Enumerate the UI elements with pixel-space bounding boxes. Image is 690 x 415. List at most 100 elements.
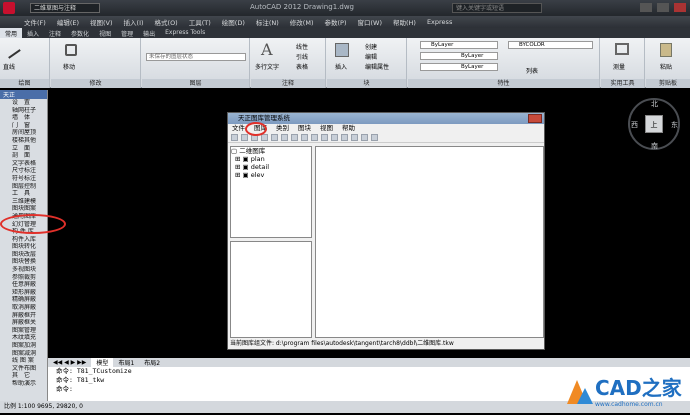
- palette-item[interactable]: 三维建模: [0, 198, 47, 206]
- palette-item[interactable]: 文件布图: [0, 365, 47, 373]
- palette-item[interactable]: 图块替换: [0, 258, 47, 266]
- palette-item[interactable]: 房间屋顶: [0, 129, 47, 137]
- palette-item[interactable]: 取消屏蔽: [0, 304, 47, 312]
- palette-item[interactable]: 线 图 案: [0, 357, 47, 365]
- tree-item-detail[interactable]: ⊞ ▣ detail: [231, 163, 311, 171]
- tab-view[interactable]: 视图: [94, 28, 116, 38]
- edit-block-label[interactable]: 编辑: [365, 52, 377, 61]
- minimize-button[interactable]: [640, 3, 652, 12]
- up-icon[interactable]: [331, 134, 338, 141]
- plotstyle-dropdown[interactable]: BYCOLOR: [508, 41, 593, 49]
- palette-item[interactable]: 图案加洞: [0, 342, 47, 350]
- copy-icon[interactable]: [291, 134, 298, 141]
- annotation-panel-label[interactable]: 注释: [251, 79, 325, 88]
- palette-header[interactable]: 天正: [0, 90, 47, 99]
- search-input[interactable]: 键入关键字或短语: [452, 3, 542, 13]
- dialog-menu-view[interactable]: 视图: [320, 124, 333, 133]
- workspace-dropdown[interactable]: 二维草图与注释: [30, 3, 100, 13]
- down-icon[interactable]: [341, 134, 348, 141]
- list-label[interactable]: 列表: [526, 66, 538, 75]
- palette-item[interactable]: 图块图案: [0, 205, 47, 213]
- block-preview[interactable]: [315, 146, 544, 338]
- palette-item[interactable]: 图块改层: [0, 251, 47, 259]
- viewcube[interactable]: 上 北 南 西 东: [628, 98, 680, 150]
- edit-attr-label[interactable]: 编辑属性: [365, 62, 389, 71]
- lineweight-dropdown[interactable]: ByLayer: [420, 63, 498, 71]
- layers-panel-label[interactable]: 图层: [142, 79, 249, 88]
- maximize-button[interactable]: [657, 3, 669, 12]
- palette-item[interactable]: 木纹填充: [0, 334, 47, 342]
- library-tree[interactable]: ▢ 二维图库 ⊞ ▣ plan ⊞ ▣ detail ⊞ ▣ elev: [230, 146, 312, 238]
- menu-draw[interactable]: 绘图(D): [222, 17, 245, 27]
- palette-item[interactable]: 其 它: [0, 372, 47, 380]
- block-list[interactable]: [230, 241, 312, 338]
- cut-icon[interactable]: [281, 134, 288, 141]
- menu-file[interactable]: 文件(F): [24, 17, 46, 27]
- tab-manage[interactable]: 管理: [116, 28, 138, 38]
- palette-item[interactable]: 门 窗: [0, 122, 47, 130]
- palette-item[interactable]: 图案减洞: [0, 350, 47, 358]
- paste-icon[interactable]: [301, 134, 308, 141]
- text-icon[interactable]: A: [261, 40, 273, 59]
- block-panel-label[interactable]: 块: [327, 79, 406, 88]
- menu-dimension[interactable]: 标注(N): [256, 17, 279, 27]
- palette-item[interactable]: 精确屏蔽: [0, 296, 47, 304]
- palette-item[interactable]: 轴网柱子: [0, 107, 47, 115]
- palette-item[interactable]: 剖 面: [0, 152, 47, 160]
- menu-edit[interactable]: 编辑(E): [57, 17, 79, 27]
- close-button[interactable]: [674, 3, 686, 12]
- palette-item[interactable]: 屏蔽框关: [0, 319, 47, 327]
- linetype-dropdown[interactable]: ByLayer: [420, 52, 498, 60]
- tab-layout2[interactable]: 布局2: [139, 358, 165, 367]
- tab-layout1[interactable]: 布局1: [113, 358, 139, 367]
- menu-express[interactable]: Express: [427, 18, 452, 26]
- viewcube-south[interactable]: 南: [651, 141, 658, 151]
- tab-insert[interactable]: 插入: [22, 28, 44, 38]
- palette-item[interactable]: 任意屏蔽: [0, 281, 47, 289]
- palette-item[interactable]: 构件入库: [0, 236, 47, 244]
- palette-item[interactable]: 尺寸标注: [0, 167, 47, 175]
- palette-item[interactable]: 立 面: [0, 145, 47, 153]
- tab-parametric[interactable]: 参数化: [66, 28, 94, 38]
- create-block-label[interactable]: 创建: [365, 42, 377, 51]
- tree-item-elev[interactable]: ⊞ ▣ elev: [231, 171, 311, 179]
- palette-item[interactable]: 楼梯其他: [0, 137, 47, 145]
- draw-panel-label[interactable]: 绘图: [0, 79, 49, 88]
- move-icon[interactable]: [65, 44, 77, 56]
- tab-express-tools[interactable]: Express Tools: [160, 28, 210, 38]
- grid-view-icon[interactable]: [321, 134, 328, 141]
- menu-view[interactable]: 视图(V): [90, 17, 113, 27]
- menu-help[interactable]: 帮助(H): [393, 17, 416, 27]
- palette-item[interactable]: 文字表格: [0, 160, 47, 168]
- palette-item[interactable]: 图案管理: [0, 327, 47, 335]
- linear-label[interactable]: 线性: [296, 42, 308, 51]
- viewcube-west[interactable]: 西: [631, 120, 638, 130]
- autocad-logo-icon[interactable]: [3, 2, 15, 14]
- menu-window[interactable]: 窗口(W): [357, 17, 382, 27]
- open-icon[interactable]: [241, 134, 248, 141]
- dialog-title-bar[interactable]: 天正图库管理系统: [228, 113, 544, 124]
- leader-label[interactable]: 引线: [296, 52, 308, 61]
- palette-item[interactable]: 设 置: [0, 99, 47, 107]
- tree-root[interactable]: ▢ 二维图库: [231, 147, 311, 155]
- palette-item[interactable]: 工 具: [0, 190, 47, 198]
- clipboard-panel-label[interactable]: 剪贴板: [646, 79, 690, 88]
- menu-insert[interactable]: 插入(I): [124, 17, 144, 27]
- folder-icon[interactable]: [261, 134, 268, 141]
- viewcube-top-face[interactable]: 上: [645, 115, 663, 133]
- dialog-menu-category[interactable]: 类别: [276, 124, 289, 133]
- menu-tools[interactable]: 工具(T): [189, 17, 211, 27]
- modify-panel-label[interactable]: 修改: [51, 79, 140, 88]
- sort-icon[interactable]: [351, 134, 358, 141]
- dialog-close-button[interactable]: [528, 114, 542, 123]
- palette-item[interactable]: 图层控制: [0, 183, 47, 191]
- insert-icon[interactable]: [335, 43, 349, 57]
- palette-item[interactable]: 屏蔽框开: [0, 312, 47, 320]
- color-dropdown[interactable]: ByLayer: [420, 41, 498, 49]
- tab-home[interactable]: 常用: [0, 28, 23, 38]
- menu-format[interactable]: 格式(O): [155, 17, 178, 27]
- help-icon[interactable]: [361, 134, 368, 141]
- paste-icon[interactable]: [660, 43, 672, 57]
- viewcube-north[interactable]: 北: [651, 99, 658, 109]
- warning-icon[interactable]: [271, 134, 278, 141]
